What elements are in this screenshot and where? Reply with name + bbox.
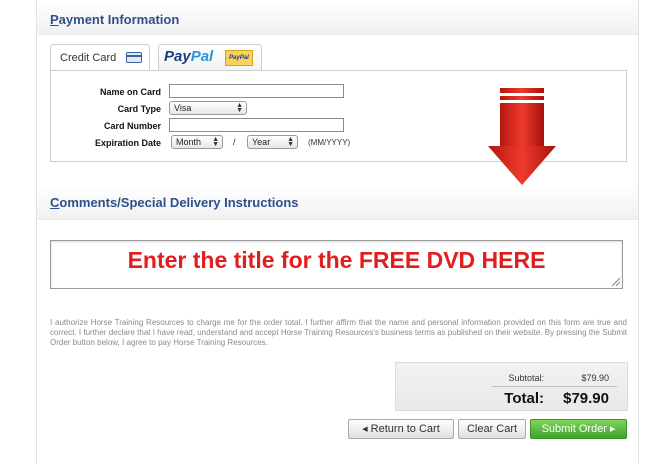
total-label: Total:: [504, 390, 544, 407]
tab-credit-card-label: Credit Card: [60, 52, 117, 64]
totals-divider: [492, 386, 617, 387]
tab-credit-card[interactable]: Credit Card: [50, 44, 150, 70]
name-on-card-input[interactable]: [169, 84, 344, 98]
expiration-label: Expiration Date: [94, 138, 161, 148]
submit-order-button[interactable]: Submit Order ▶: [530, 419, 627, 439]
year-value: Year: [252, 137, 271, 147]
card-type-label: Card Type: [117, 104, 161, 114]
red-down-arrow-icon: [488, 88, 556, 185]
date-separator: /: [233, 137, 236, 147]
comments-section-title: Comments/Special Delivery Instructions: [50, 195, 299, 210]
payment-section-title: Payment Information: [50, 12, 180, 27]
card-type-value: Visa: [174, 103, 192, 113]
expiration-month-select[interactable]: Month ▲ ▼: [171, 135, 223, 149]
name-on-card-row: Name on Card: [51, 84, 351, 102]
card-number-row: Card Number: [51, 118, 351, 136]
card-number-label: Card Number: [103, 121, 161, 131]
expiration-row: Expiration Date Month ▲ ▼ / Year ▲ ▼ (MM/Y…: [51, 135, 371, 153]
expiration-year-select[interactable]: Year ▲ ▼: [247, 135, 298, 149]
card-number-input[interactable]: [169, 118, 344, 132]
subtotal-value: $79.90: [581, 373, 609, 383]
card-type-row: Card Type Visa ▲ ▼: [51, 101, 351, 119]
select-arrows-icon: ▲ ▼: [287, 136, 294, 148]
comments-text: Enter the title for the FREE DVD HERE: [127, 247, 546, 273]
select-arrows-icon: ▲ ▼: [236, 102, 243, 114]
tab-paypal[interactable]: PayPal PayPal: [158, 44, 262, 70]
month-value: Month: [176, 137, 202, 147]
date-format-hint: (MM/YYYY): [308, 138, 351, 147]
card-type-select[interactable]: Visa ▲ ▼: [169, 101, 247, 115]
clear-cart-button[interactable]: Clear Cart: [458, 419, 526, 439]
authorization-text: I authorize Horse Training Resources to …: [50, 318, 627, 347]
return-to-cart-button[interactable]: ◀ Return to Cart: [348, 419, 454, 439]
chevron-left-icon: ◀: [362, 426, 368, 433]
order-totals: Subtotal: $79.90 Total: $79.90: [395, 362, 628, 411]
select-arrows-icon: ▲ ▼: [212, 136, 219, 148]
paypal-logo: PayPal: [164, 48, 214, 65]
subtotal-label: Subtotal:: [508, 373, 544, 383]
resize-grip-icon[interactable]: [612, 278, 620, 286]
total-value: $79.90: [563, 390, 609, 407]
credit-card-icon: [126, 52, 142, 63]
chevron-right-icon: ▶: [610, 426, 616, 433]
name-on-card-label: Name on Card: [99, 87, 161, 97]
comments-textarea[interactable]: Enter the title for the FREE DVD HERE: [50, 240, 623, 289]
paypal-badge-icon: PayPal: [225, 50, 253, 66]
